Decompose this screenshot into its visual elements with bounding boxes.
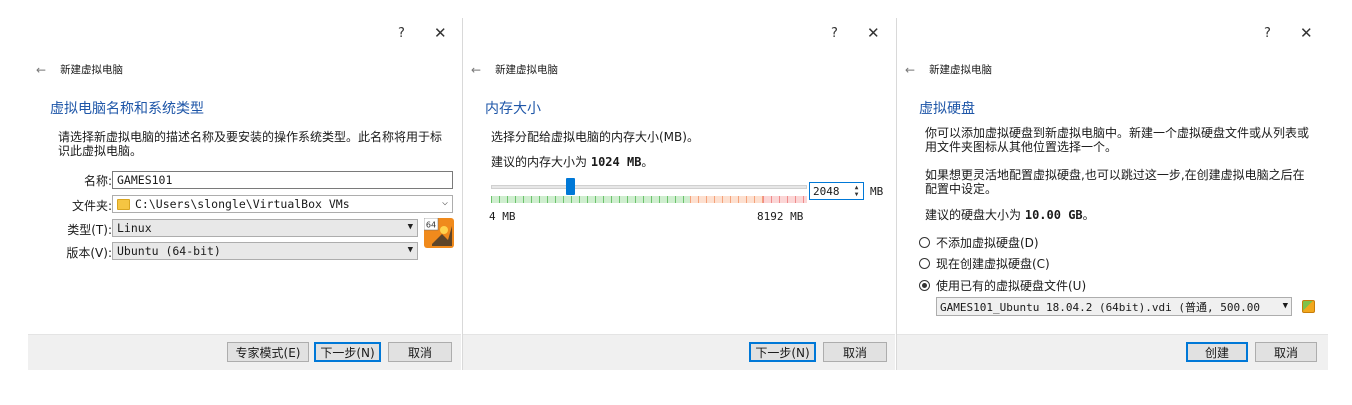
radio-indicator[interactable] <box>919 258 930 269</box>
dialog-vm-name-and-os: ? ✕ ← 新建虚拟电脑 虚拟电脑名称和系统类型 请选择新虚拟电脑的描述名称及要… <box>28 18 461 370</box>
help-button[interactable]: ? <box>831 26 838 41</box>
cancel-button[interactable]: 取消 <box>823 342 887 362</box>
folder-value: C:\Users\slongle\VirtualBox VMs <box>135 197 350 211</box>
radio-label: 不添加虚拟硬盘(D) <box>936 236 1039 250</box>
type-select[interactable]: Linux ▼ <box>112 219 418 237</box>
memory-value: 2048 <box>813 184 840 198</box>
page-heading: 虚拟电脑名称和系统类型 <box>50 101 204 117</box>
memory-unit: MB <box>870 185 884 198</box>
folder-label: 文件夹: <box>71 199 112 213</box>
folder-icon <box>117 198 130 210</box>
cancel-button[interactable]: 取消 <box>388 342 452 362</box>
button-bar: 下一步(N) 取消 <box>463 334 895 370</box>
name-label: 名称: <box>83 174 112 188</box>
memory-slider[interactable] <box>491 176 807 206</box>
back-arrow-icon[interactable]: ← <box>471 63 481 77</box>
cancel-button[interactable]: 取消 <box>1255 342 1317 362</box>
recommend-suffix: 。 <box>641 155 654 169</box>
button-bar: 专家模式(E) 下一步(N) 取消 <box>28 334 461 370</box>
radio-indicator[interactable] <box>919 237 930 248</box>
version-label: 版本(V): <box>66 246 112 260</box>
version-value: Ubuntu (64-bit) <box>117 244 221 258</box>
wizard-title: 新建虚拟电脑 <box>495 64 559 76</box>
recommended-memory-text: 建议的内存大小为 1024 MB。 <box>491 155 871 169</box>
radio-existing-disk[interactable]: 使用已有的虚拟硬盘文件(U) <box>919 277 1086 294</box>
folder-select[interactable]: C:\Users\slongle\VirtualBox VMs ⌵ <box>112 195 453 213</box>
name-input[interactable]: GAMES101 <box>112 171 453 189</box>
ticks-warning <box>690 196 763 203</box>
create-button[interactable]: 创建 <box>1186 342 1248 362</box>
button-bar: 创建 取消 <box>897 334 1328 370</box>
disk-file-value: GAMES101_Ubuntu 18.04.2 (64bit).vdi (普通,… <box>940 300 1261 314</box>
recommend-prefix: 建议的内存大小为 <box>491 155 588 169</box>
slider-min-label: 4 MB <box>489 210 516 223</box>
title-bar: ? ✕ <box>28 18 461 50</box>
close-button[interactable]: ✕ <box>434 24 447 42</box>
dropdown-arrow-icon: ▼ <box>407 222 413 232</box>
slider-max-label: 8192 MB <box>757 210 804 223</box>
ticks-safe <box>491 196 691 203</box>
chevron-down-icon: ⌵ <box>441 197 448 208</box>
slider-ticks <box>491 196 807 203</box>
title-bar: ? ✕ <box>463 18 895 50</box>
wizard-nav: ← 新建虚拟电脑 <box>471 62 558 77</box>
type-label: 类型(T): <box>67 223 112 237</box>
dialog-virtual-disk: ? ✕ ← 新建虚拟电脑 虚拟硬盘 你可以添加虚拟硬盘到新虚拟电脑中。新建一个虚… <box>896 18 1328 370</box>
dialog-memory-size: ? ✕ ← 新建虚拟电脑 内存大小 选择分配给虚拟电脑的内存大小(MB)。 建议… <box>462 18 895 370</box>
back-arrow-icon[interactable]: ← <box>36 63 46 77</box>
page-heading: 内存大小 <box>485 101 541 117</box>
recommend-value: 10.00 GB <box>1024 208 1083 222</box>
type-value: Linux <box>117 221 152 235</box>
title-bar: ? ✕ <box>897 18 1328 50</box>
dropdown-arrow-icon: ▼ <box>407 245 413 255</box>
version-select[interactable]: Ubuntu (64-bit) ▼ <box>112 242 418 260</box>
next-button[interactable]: 下一步(N) <box>749 342 816 362</box>
wizard-title: 新建虚拟电脑 <box>929 64 993 76</box>
disk-file-select[interactable]: GAMES101_Ubuntu 18.04.2 (64bit).vdi (普通,… <box>936 297 1292 316</box>
page-description: 请选择新虚拟电脑的描述名称及要安装的操作系统类型。此名称将用于标识此虚拟电脑。 <box>58 130 443 158</box>
page-description-2: 如果想更灵活地配置虚拟硬盘,也可以跳过这一步,在创建虚拟电脑之后在配置中设定。 <box>925 168 1305 196</box>
close-button[interactable]: ✕ <box>867 24 880 42</box>
spin-arrows-icon[interactable]: ▲ ▼ <box>852 184 861 198</box>
close-button[interactable]: ✕ <box>1300 24 1313 42</box>
page-heading: 虚拟硬盘 <box>919 101 975 117</box>
choose-disk-file-icon[interactable] <box>1302 300 1315 313</box>
page-description: 选择分配给虚拟电脑的内存大小(MB)。 <box>491 130 699 144</box>
recommended-disk-text: 建议的硬盘大小为 10.00 GB。 <box>925 208 1315 222</box>
recommend-suffix: 。 <box>1082 208 1095 222</box>
ubuntu-os-icon: 64 <box>424 218 454 248</box>
wizard-nav: ← 新建虚拟电脑 <box>36 62 123 77</box>
recommend-value: 1024 MB <box>590 155 642 169</box>
name-input-value: GAMES101 <box>117 173 173 187</box>
memory-spinbox[interactable]: 2048 ▲ ▼ <box>809 182 864 200</box>
dropdown-arrow-icon: ▼ <box>1280 301 1288 311</box>
radio-label: 使用已有的虚拟硬盘文件(U) <box>936 279 1087 293</box>
radio-no-disk[interactable]: 不添加虚拟硬盘(D) <box>919 234 1039 251</box>
back-arrow-icon[interactable]: ← <box>905 63 915 77</box>
radio-indicator[interactable] <box>919 280 930 291</box>
slider-handle[interactable] <box>566 178 575 195</box>
next-button[interactable]: 下一步(N) <box>314 342 381 362</box>
help-button[interactable]: ? <box>1264 26 1271 41</box>
wizard-nav: ← 新建虚拟电脑 <box>905 62 992 77</box>
wizard-title: 新建虚拟电脑 <box>60 64 124 76</box>
radio-label: 现在创建虚拟硬盘(C) <box>936 257 1050 271</box>
recommend-prefix: 建议的硬盘大小为 <box>925 208 1022 222</box>
ticks-danger <box>762 196 807 203</box>
page-description-1: 你可以添加虚拟硬盘到新虚拟电脑中。新建一个虚拟硬盘文件或从列表或用文件夹图标从其… <box>925 126 1310 154</box>
help-button[interactable]: ? <box>398 26 405 41</box>
slider-groove <box>491 185 807 189</box>
radio-create-disk[interactable]: 现在创建虚拟硬盘(C) <box>919 255 1050 272</box>
badge-64-text: 64 <box>426 221 436 230</box>
expert-mode-button[interactable]: 专家模式(E) <box>227 342 309 362</box>
